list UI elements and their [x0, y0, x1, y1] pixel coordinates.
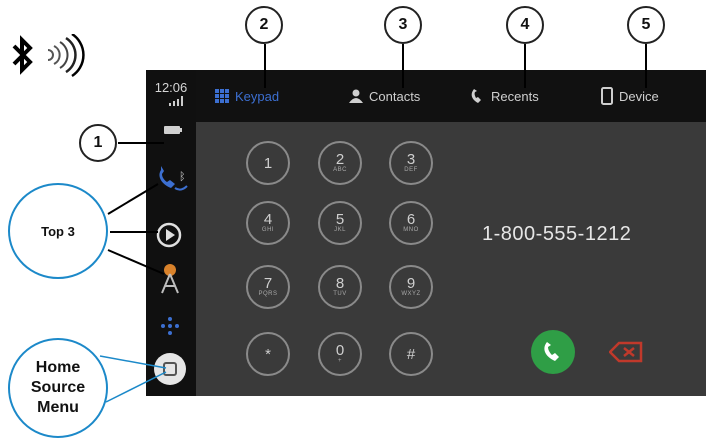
callout-home-line3: Menu	[37, 399, 79, 416]
callout-home-source-menu: Home Source Menu	[8, 338, 108, 438]
callout-4: 4	[506, 6, 544, 44]
callout-5: 5	[627, 6, 665, 44]
callout-1: 1	[79, 124, 117, 162]
callout-2: 2	[245, 6, 283, 44]
callout-home-line1: Home	[35, 359, 81, 376]
callout-3: 3	[384, 6, 422, 44]
callout-home-line2: Source	[30, 379, 86, 396]
callout-top3: Top 3	[8, 183, 108, 279]
